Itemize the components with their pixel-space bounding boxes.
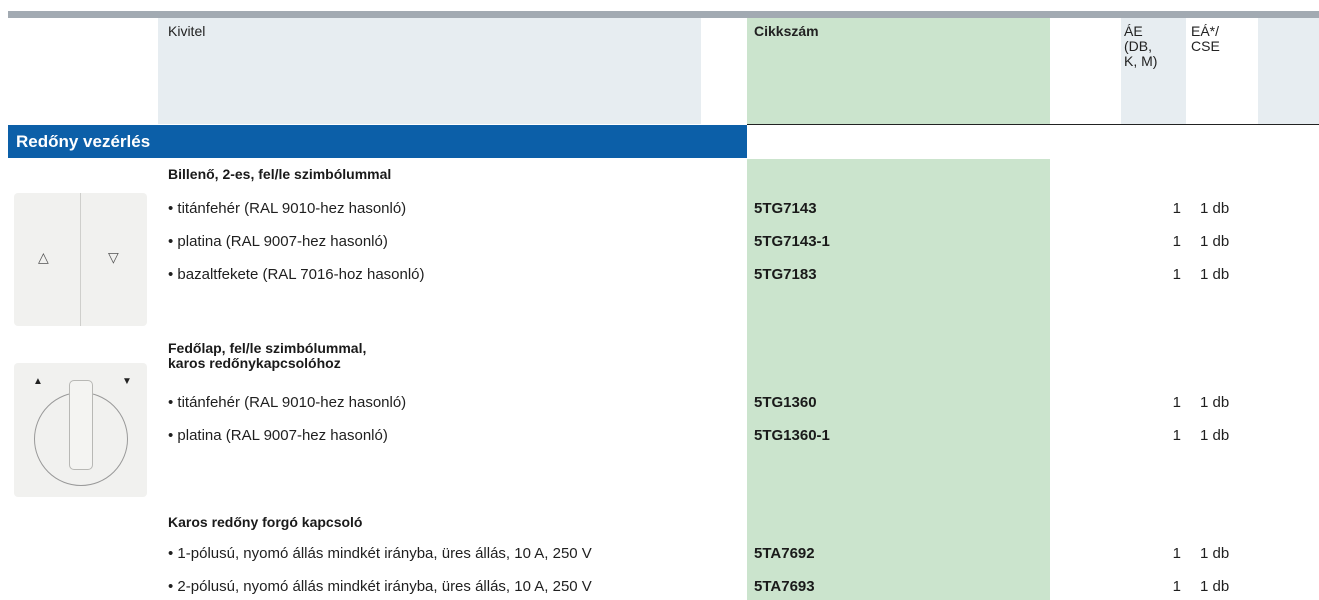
triangle-up-icon: ▲ bbox=[33, 376, 43, 387]
row-ae: 1 bbox=[1172, 394, 1181, 411]
arrow-down-icon: ▽ bbox=[108, 249, 119, 265]
row-code: 5TG1360-1 bbox=[754, 427, 830, 444]
row-ea: 1 db bbox=[1200, 545, 1230, 562]
group-title: Fedőlap, fel/le szimbólummal, bbox=[168, 340, 367, 356]
header-end-cell bbox=[1258, 18, 1319, 124]
row-ea: 1 db bbox=[1200, 200, 1230, 217]
column-header-ae: ÁE (DB, K, M) bbox=[1124, 24, 1184, 69]
triangle-down-icon: ▼ bbox=[122, 376, 132, 387]
row-description: • platina (RAL 9007-hez hasonló) bbox=[168, 427, 388, 444]
row-ea: 1 db bbox=[1200, 394, 1230, 411]
rocker-switch-image: △ ▽ bbox=[14, 193, 147, 326]
row-code: 5TA7693 bbox=[754, 578, 815, 595]
dial-lever bbox=[69, 380, 93, 470]
row-description: • titánfehér (RAL 9010-hez hasonló) bbox=[168, 394, 407, 411]
row-description: • 1-pólusú, nyomó állás mindkét irányba,… bbox=[168, 545, 592, 562]
row-code: 5TG7183 bbox=[754, 266, 817, 283]
row-code: 5TA7692 bbox=[754, 545, 815, 562]
row-code: 5TG7143-1 bbox=[754, 233, 830, 250]
row-description: • platina (RAL 9007-hez hasonló) bbox=[168, 233, 388, 250]
code-column-bg bbox=[747, 159, 1050, 600]
column-header-ae-line: K, M) bbox=[1124, 53, 1158, 69]
top-rule bbox=[8, 11, 1319, 18]
row-ae: 1 bbox=[1172, 545, 1181, 562]
group-title-line2: karos redőnykapcsolóhoz bbox=[168, 355, 341, 371]
row-description: • 2-pólusú, nyomó állás mindkét irányba,… bbox=[168, 578, 592, 595]
column-header-ea-line: EÁ*/ bbox=[1191, 23, 1220, 39]
row-ea: 1 db bbox=[1200, 266, 1230, 283]
header-kivitel-cell bbox=[158, 18, 701, 124]
rocker-divider bbox=[80, 193, 81, 326]
section-title: Redőny vezérlés bbox=[16, 132, 151, 151]
column-header-kivitel: Kivitel bbox=[168, 23, 206, 39]
column-header-ae-line: (DB, bbox=[1124, 38, 1152, 54]
row-ae: 1 bbox=[1172, 266, 1181, 283]
row-description: • titánfehér (RAL 9010-hez hasonló) bbox=[168, 200, 407, 217]
row-ea: 1 db bbox=[1200, 578, 1230, 595]
row-ae: 1 bbox=[1172, 427, 1181, 444]
row-ea: 1 db bbox=[1200, 233, 1230, 250]
column-header-ae-line: ÁE bbox=[1124, 23, 1143, 39]
row-code: 5TG1360 bbox=[754, 394, 817, 411]
row-ae: 1 bbox=[1172, 578, 1181, 595]
dial-cover-image: ▲ ▼ bbox=[14, 363, 147, 497]
row-description: • bazaltfekete (RAL 7016-hoz hasonló) bbox=[168, 266, 425, 283]
header-divider bbox=[747, 124, 1319, 125]
column-header-ea: EÁ*/ CSE bbox=[1191, 24, 1251, 54]
row-ae: 1 bbox=[1172, 200, 1181, 217]
row-ea: 1 db bbox=[1200, 427, 1230, 444]
row-ae: 1 bbox=[1172, 233, 1181, 250]
row-code: 5TG7143 bbox=[754, 200, 817, 217]
column-header-cikkszam: Cikkszám bbox=[754, 23, 819, 39]
group-title: Karos redőny forgó kapcsoló bbox=[168, 514, 363, 530]
arrow-up-icon: △ bbox=[38, 249, 49, 265]
group-title: Billenő, 2-es, fel/le szimbólummal bbox=[168, 166, 392, 182]
column-header-ea-line: CSE bbox=[1191, 38, 1220, 54]
